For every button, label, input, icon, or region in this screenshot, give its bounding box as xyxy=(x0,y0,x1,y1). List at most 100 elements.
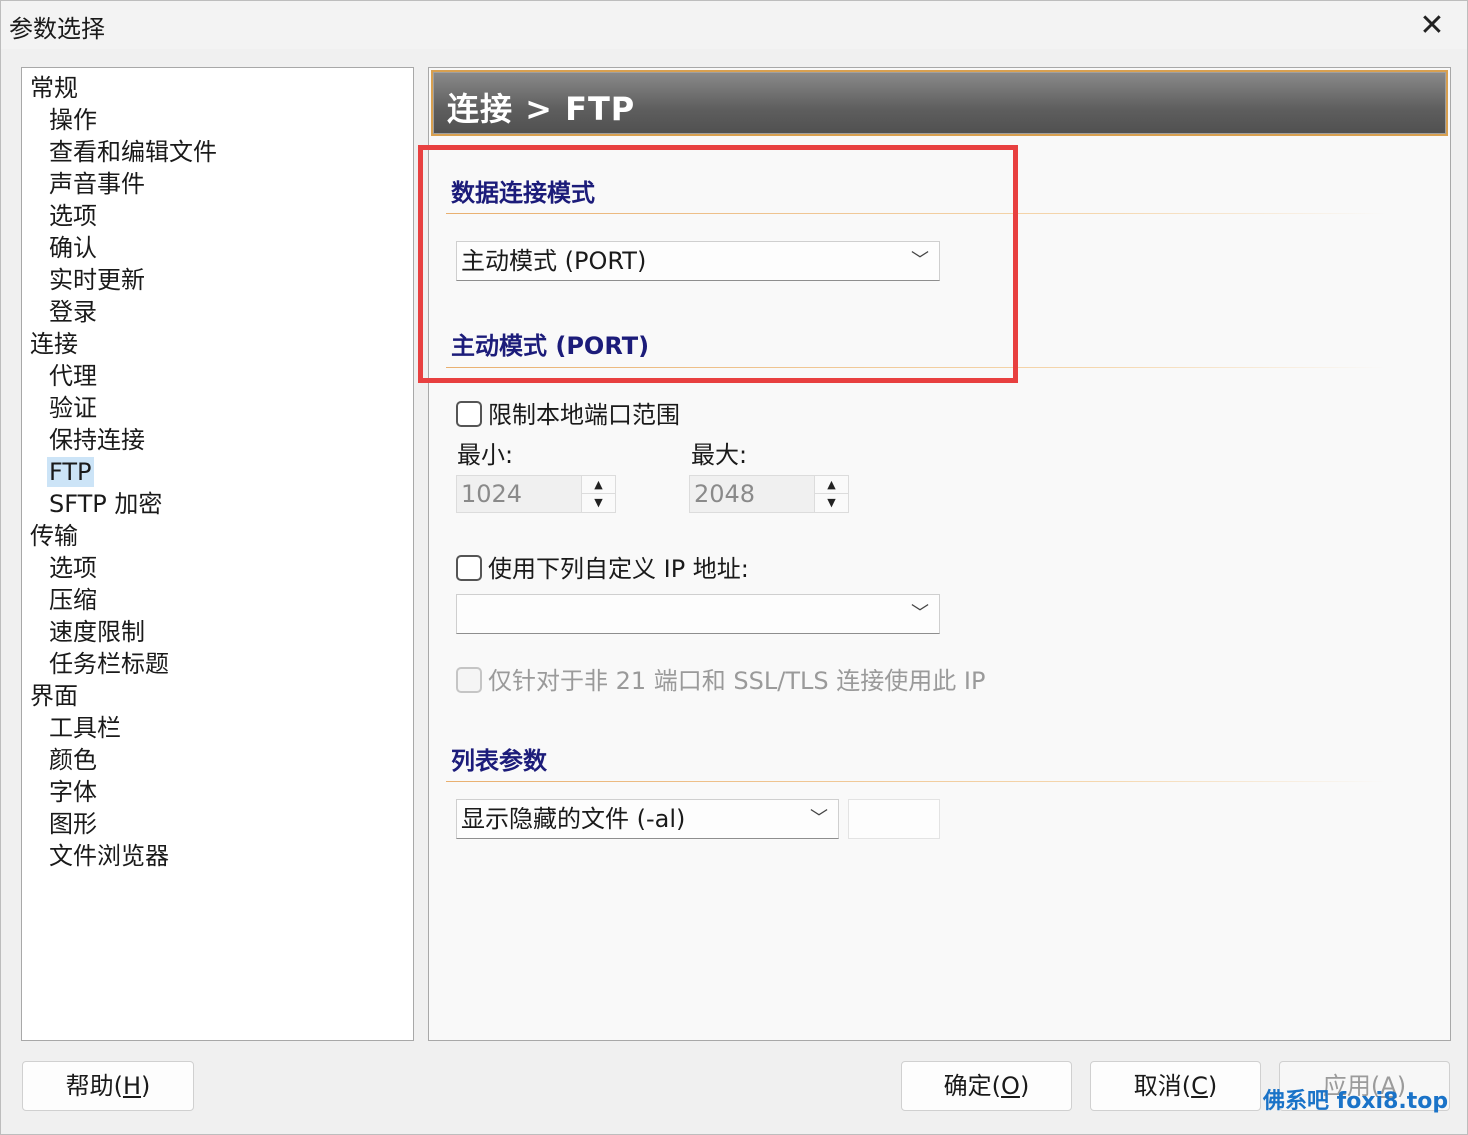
tree-item[interactable]: 实时更新 xyxy=(22,264,413,296)
list-params-select[interactable]: 显示隐藏的文件 (-al) ﹀ xyxy=(456,799,839,839)
data-mode-value: 主动模式 (PORT) xyxy=(461,247,647,275)
tree-item-label: 工具栏 xyxy=(49,714,121,742)
help-button-end: ) xyxy=(141,1072,151,1100)
tree-item[interactable]: SFTP 加密 xyxy=(22,488,413,520)
tree-item[interactable]: 保持连接 xyxy=(22,424,413,456)
checkbox-box[interactable] xyxy=(456,401,482,427)
apply-button-key: A xyxy=(1380,1072,1397,1100)
help-button-label: 帮助( xyxy=(65,1072,123,1100)
tree-item-label: FTP xyxy=(47,457,94,487)
tree-item-label: 颜色 xyxy=(49,746,97,774)
tree-item[interactable]: 查看和编辑文件 xyxy=(22,136,413,168)
tree-item-label: 操作 xyxy=(49,106,97,134)
min-port-value: 1024 xyxy=(461,480,523,508)
tree-item-label: 声音事件 xyxy=(49,170,145,198)
max-port-value: 2048 xyxy=(694,480,756,508)
tree-item-label: 实时更新 xyxy=(49,266,145,294)
tree-item-label: 保持连接 xyxy=(49,426,145,454)
custom-ip-checkbox[interactable]: 使用下列自定义 IP 地址: xyxy=(456,549,749,584)
tree-item-label: 传输 xyxy=(30,522,78,550)
title-bar: 参数选择 ✕ xyxy=(1,1,1467,49)
tree-item-label: SFTP 加密 xyxy=(49,490,163,518)
tree-item[interactable]: 声音事件 xyxy=(22,168,413,200)
cancel-button[interactable]: 取消(C) xyxy=(1090,1061,1261,1111)
window-title: 参数选择 xyxy=(9,15,105,43)
apply-button: 应用(A) xyxy=(1279,1061,1450,1111)
tree-item-label: 任务栏标题 xyxy=(49,650,169,678)
tree-item-label: 选项 xyxy=(49,202,97,230)
tree-item[interactable]: 操作 xyxy=(22,104,413,136)
tree-item[interactable]: 压缩 xyxy=(22,584,413,616)
close-icon: ✕ xyxy=(1419,7,1445,43)
tree-item-label: 登录 xyxy=(49,298,97,326)
tree-item[interactable]: 传输 xyxy=(22,520,413,552)
list-params-value: 显示隐藏的文件 (-al) xyxy=(461,805,686,833)
apply-button-end: ) xyxy=(1396,1072,1407,1100)
tree-item-label: 查看和编辑文件 xyxy=(49,138,217,166)
data-mode-title: 数据连接模式 xyxy=(451,179,595,207)
tree-item[interactable]: 验证 xyxy=(22,392,413,424)
spin-down-icon[interactable]: ▼ xyxy=(582,494,615,512)
ok-button-end: ) xyxy=(1019,1072,1030,1100)
tree-item-label: 界面 xyxy=(30,682,78,710)
chevron-down-icon: ﹀ xyxy=(911,250,929,271)
tree-item-label: 字体 xyxy=(49,778,97,806)
settings-tree[interactable]: 常规 操作 查看和编辑文件 声音事件 选项 确认 实时更新 登录 连接 代理 验证 保持连接 FTP SF… xyxy=(21,67,414,1041)
ok-button-key: O xyxy=(1001,1072,1020,1100)
tree-item[interactable]: 代理 xyxy=(22,360,413,392)
tree-item[interactable]: 界面 xyxy=(22,680,413,712)
tree-item[interactable]: 字体 xyxy=(22,776,413,808)
custom-ip-select[interactable]: ﹀ xyxy=(456,594,940,634)
non21-label: 仅针对于非 21 端口和 SSL/TLS 连接使用此 IP xyxy=(488,667,986,695)
ok-button[interactable]: 确定(O) xyxy=(901,1061,1072,1111)
tree-item-label: 确认 xyxy=(49,234,97,262)
data-mode-select[interactable]: 主动模式 (PORT) ﹀ xyxy=(456,241,940,281)
tree-item[interactable]: 工具栏 xyxy=(22,712,413,744)
help-button[interactable]: 帮助(H) xyxy=(22,1061,194,1111)
tree-item[interactable]: FTP xyxy=(22,456,413,488)
tree-item-label: 连接 xyxy=(30,330,78,358)
tree-item[interactable]: 选项 xyxy=(22,200,413,232)
non21-checkbox: 仅针对于非 21 端口和 SSL/TLS 连接使用此 IP xyxy=(456,661,985,696)
tree-item[interactable]: 登录 xyxy=(22,296,413,328)
tree-item[interactable]: 任务栏标题 xyxy=(22,648,413,680)
page-header: 连接 > FTP xyxy=(431,70,1448,136)
cancel-button-end: ) xyxy=(1207,1072,1218,1100)
tree-item[interactable]: 速度限制 xyxy=(22,616,413,648)
tree-item[interactable]: 图形 xyxy=(22,808,413,840)
checkbox-box[interactable] xyxy=(456,555,482,581)
section-divider xyxy=(446,367,1386,368)
tree-item[interactable]: 确认 xyxy=(22,232,413,264)
custom-ip-label: 使用下列自定义 IP 地址: xyxy=(488,555,749,583)
tree-item-label: 文件浏览器 xyxy=(49,842,169,870)
tree-item-label: 代理 xyxy=(49,362,97,390)
page-title: 连接 > FTP xyxy=(447,90,636,128)
close-button[interactable]: ✕ xyxy=(1397,1,1467,49)
tree-item[interactable]: 颜色 xyxy=(22,744,413,776)
tree-item-label: 验证 xyxy=(49,394,97,422)
checkbox-box xyxy=(456,667,482,693)
chevron-down-icon: ﹀ xyxy=(810,808,828,829)
min-port-label: 最小: xyxy=(457,441,514,469)
preferences-dialog: 参数选择 ✕ 常规 操作 查看和编辑文件 声音事件 选项 确认 实时更新 登录 连接 代理 验证 保持… xyxy=(0,0,1468,1135)
tree-item[interactable]: 连接 xyxy=(22,328,413,360)
list-params-input[interactable] xyxy=(848,799,940,839)
limit-ports-checkbox[interactable]: 限制本地端口范围 xyxy=(456,395,680,430)
tree-item-label: 选项 xyxy=(49,554,97,582)
spin-down-icon[interactable]: ▼ xyxy=(815,494,848,512)
tree-item-label: 常规 xyxy=(30,74,78,102)
section-divider xyxy=(446,781,1386,782)
tree-item[interactable]: 常规 xyxy=(22,72,413,104)
min-port-stepper[interactable]: 1024 ▲ ▼ xyxy=(456,475,616,513)
active-mode-title: 主动模式 (PORT) xyxy=(451,332,650,360)
max-port-spin-buttons: ▲ ▼ xyxy=(814,476,848,512)
limit-ports-label: 限制本地端口范围 xyxy=(488,401,680,429)
tree-item[interactable]: 选项 xyxy=(22,552,413,584)
chevron-down-icon: ﹀ xyxy=(911,603,929,624)
apply-button-label: 应用( xyxy=(1322,1072,1381,1100)
tree-item[interactable]: 文件浏览器 xyxy=(22,840,413,872)
list-params-title: 列表参数 xyxy=(451,747,547,775)
max-port-label: 最大: xyxy=(691,441,748,469)
cancel-button-label: 取消( xyxy=(1133,1072,1192,1100)
max-port-stepper[interactable]: 2048 ▲ ▼ xyxy=(689,475,849,513)
